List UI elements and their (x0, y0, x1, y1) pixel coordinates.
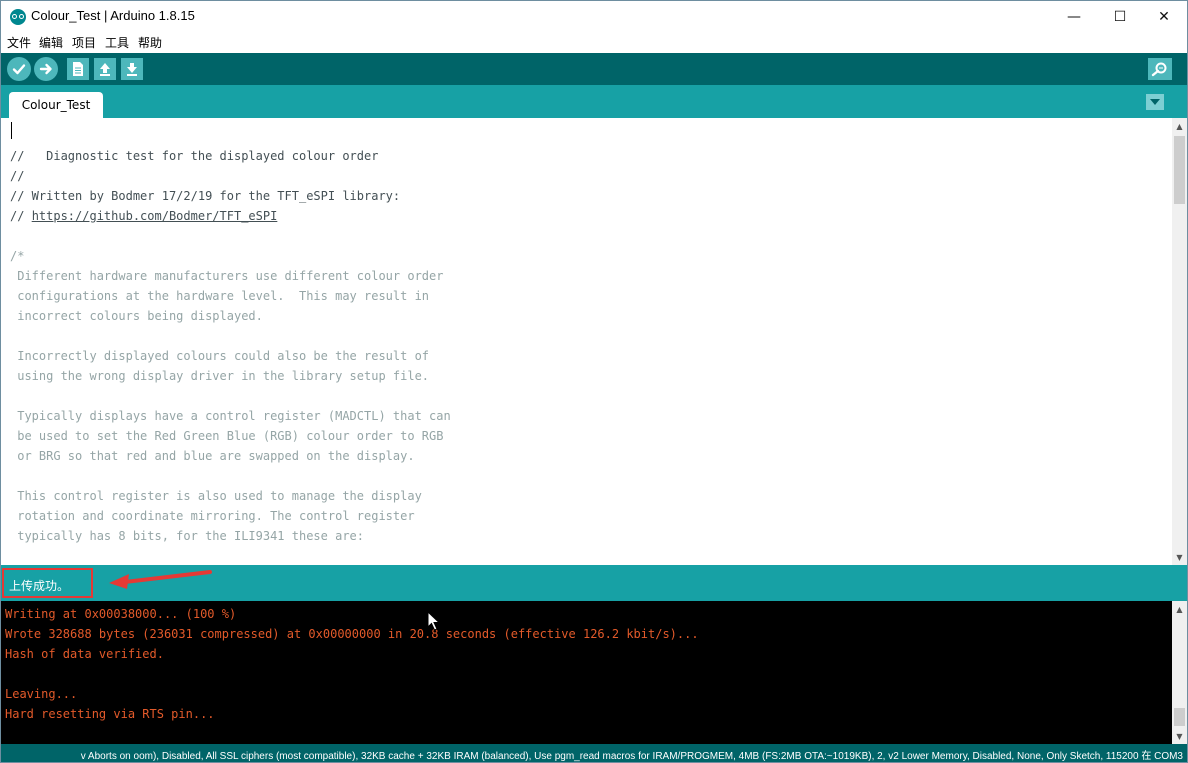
serial-monitor-button[interactable] (1148, 58, 1172, 80)
code-line: This control register is also used to ma… (10, 486, 451, 506)
code-line: // Diagnostic test for the displayed col… (10, 146, 451, 166)
code-line-text: using the wrong display driver in the li… (10, 369, 430, 383)
editor-scroll-thumb[interactable] (1174, 136, 1185, 204)
console-line: Leaving... (5, 687, 78, 701)
tab-menu-button[interactable] (1146, 94, 1164, 110)
open-button[interactable] (94, 58, 116, 80)
upload-button[interactable] (34, 57, 58, 81)
code-line-text: // (10, 209, 32, 223)
code-line: typically has 8 bits, for the ILI9341 th… (10, 526, 451, 546)
close-button[interactable]: ✕ (1141, 1, 1187, 32)
menu-sketch[interactable]: 项目 (72, 34, 96, 51)
editor-scrollbar[interactable]: ▲ ▼ (1172, 118, 1187, 565)
code-line: // https://github.com/Bodmer/TFT_eSPI (10, 206, 451, 226)
code-line-text: // Diagnostic test for the displayed col… (10, 149, 379, 163)
scroll-up-arrow-icon[interactable]: ▲ (1172, 118, 1187, 134)
verify-button[interactable] (7, 57, 31, 81)
menu-tools[interactable]: 工具 (105, 34, 129, 51)
code-line: /* (10, 246, 451, 266)
mouse-cursor-icon (427, 611, 441, 631)
code-line-text: // Written by Bodmer 17/2/19 for the TFT… (10, 189, 401, 203)
code-line-text: Typically displays have a control regist… (10, 409, 451, 423)
code-editor[interactable]: ​ // Diagnostic test for the displayed co… (1, 118, 1172, 565)
code-line: configurations at the hardware level. Th… (10, 286, 451, 306)
menu-edit[interactable]: 编辑 (39, 34, 63, 51)
code-line-text: /* (10, 249, 25, 263)
code-line-text: Different hardware manufacturers use dif… (10, 269, 444, 283)
text-caret (11, 122, 12, 139)
tab-colour-test[interactable]: Colour_Test (9, 92, 103, 118)
code-line-text: // (10, 169, 25, 183)
code-line: be used to set the Red Green Blue (RGB) … (10, 426, 451, 446)
code-link[interactable]: https://github.com/Bodmer/TFT_eSPI (32, 209, 278, 223)
code-line: ​ (10, 226, 451, 246)
code-line: ​ (10, 126, 451, 146)
code-line-text: configurations at the hardware level. Th… (10, 289, 430, 303)
code-line: ​ (10, 546, 451, 565)
new-button[interactable] (67, 58, 89, 80)
arrow-down-icon (127, 63, 137, 76)
menu-file[interactable]: 文件 (7, 34, 31, 51)
console-line: Hash of data verified. (5, 647, 164, 661)
magnifier-icon (1151, 62, 1167, 77)
code-line: Typically displays have a control regist… (10, 406, 451, 426)
console-text: Writing at 0x00038000... (100 %) Wrote 32… (5, 604, 699, 724)
maximize-button[interactable]: ☐ (1097, 1, 1143, 32)
annotation-highlight-box (2, 568, 93, 598)
code-line: using the wrong display driver in the li… (10, 366, 451, 386)
arduino-logo-icon (10, 9, 26, 25)
code-line: rotation and coordinate mirroring. The c… (10, 506, 451, 526)
console-scroll-thumb[interactable] (1174, 708, 1185, 726)
code-line: ​ (10, 466, 451, 486)
code-line: ​ (10, 326, 451, 346)
console-scroll-up-arrow-icon[interactable]: ▲ (1172, 601, 1187, 617)
code-line-text: incorrect colours being displayed. (10, 309, 263, 323)
console-scroll-down-arrow-icon[interactable]: ▼ (1172, 728, 1187, 744)
code-line: incorrect colours being displayed. (10, 306, 451, 326)
console-line: Hard resetting via RTS pin... (5, 707, 215, 721)
code-text: ​ // Diagnostic test for the displayed co… (10, 126, 451, 565)
code-line: ​ (10, 386, 451, 406)
code-line: // (10, 166, 451, 186)
arduino-ide-window: Colour_Test | Arduino 1.8.15 — ☐ ✕ 文件 编辑… (0, 0, 1188, 763)
board-info-bar: v Aborts on oom), Disabled, All SSL ciph… (1, 744, 1187, 762)
document-icon (73, 62, 83, 76)
save-button[interactable] (121, 58, 143, 80)
code-line-text: typically has 8 bits, for the ILI9341 th… (10, 529, 365, 543)
menu-help[interactable]: 帮助 (138, 34, 162, 51)
console-line: Writing at 0x00038000... (100 %) (5, 607, 237, 621)
menu-bar: 文件 编辑 项目 工具 帮助 (1, 32, 1187, 52)
toolbar (1, 53, 1187, 85)
code-line-text: rotation and coordinate mirroring. The c… (10, 509, 415, 523)
console-line: ​ (5, 664, 699, 684)
code-line: Different hardware manufacturers use dif… (10, 266, 451, 286)
console-scrollbar[interactable]: ▲ ▼ (1172, 601, 1187, 744)
check-icon (12, 64, 26, 75)
console-line: Wrote 328688 bytes (236031 compressed) a… (5, 627, 699, 641)
code-line: // Written by Bodmer 17/2/19 for the TFT… (10, 186, 451, 206)
code-line: or BRG so that red and blue are swapped … (10, 446, 451, 466)
annotation-arrow-icon (109, 570, 212, 589)
code-line: Incorrectly displayed colours could also… (10, 346, 451, 366)
scroll-down-arrow-icon[interactable]: ▼ (1172, 549, 1187, 565)
tab-bar: Colour_Test (1, 85, 1187, 118)
code-line-text: Incorrectly displayed colours could also… (10, 349, 430, 363)
code-line-text: be used to set the Red Green Blue (RGB) … (10, 429, 444, 443)
arrow-right-icon (39, 63, 52, 75)
window-title: Colour_Test | Arduino 1.8.15 (31, 8, 195, 23)
console-output[interactable]: Writing at 0x00038000... (100 %) Wrote 32… (1, 601, 1172, 744)
board-info-text: v Aborts on oom), Disabled, All SSL ciph… (80, 751, 1183, 762)
code-line-text: or BRG so that red and blue are swapped … (10, 449, 415, 463)
title-bar: Colour_Test | Arduino 1.8.15 — ☐ ✕ (1, 1, 1187, 32)
chevron-down-icon (1150, 98, 1160, 105)
minimize-button[interactable]: — (1051, 1, 1097, 32)
arrow-up-icon (100, 63, 110, 76)
code-line-text: This control register is also used to ma… (10, 489, 422, 503)
